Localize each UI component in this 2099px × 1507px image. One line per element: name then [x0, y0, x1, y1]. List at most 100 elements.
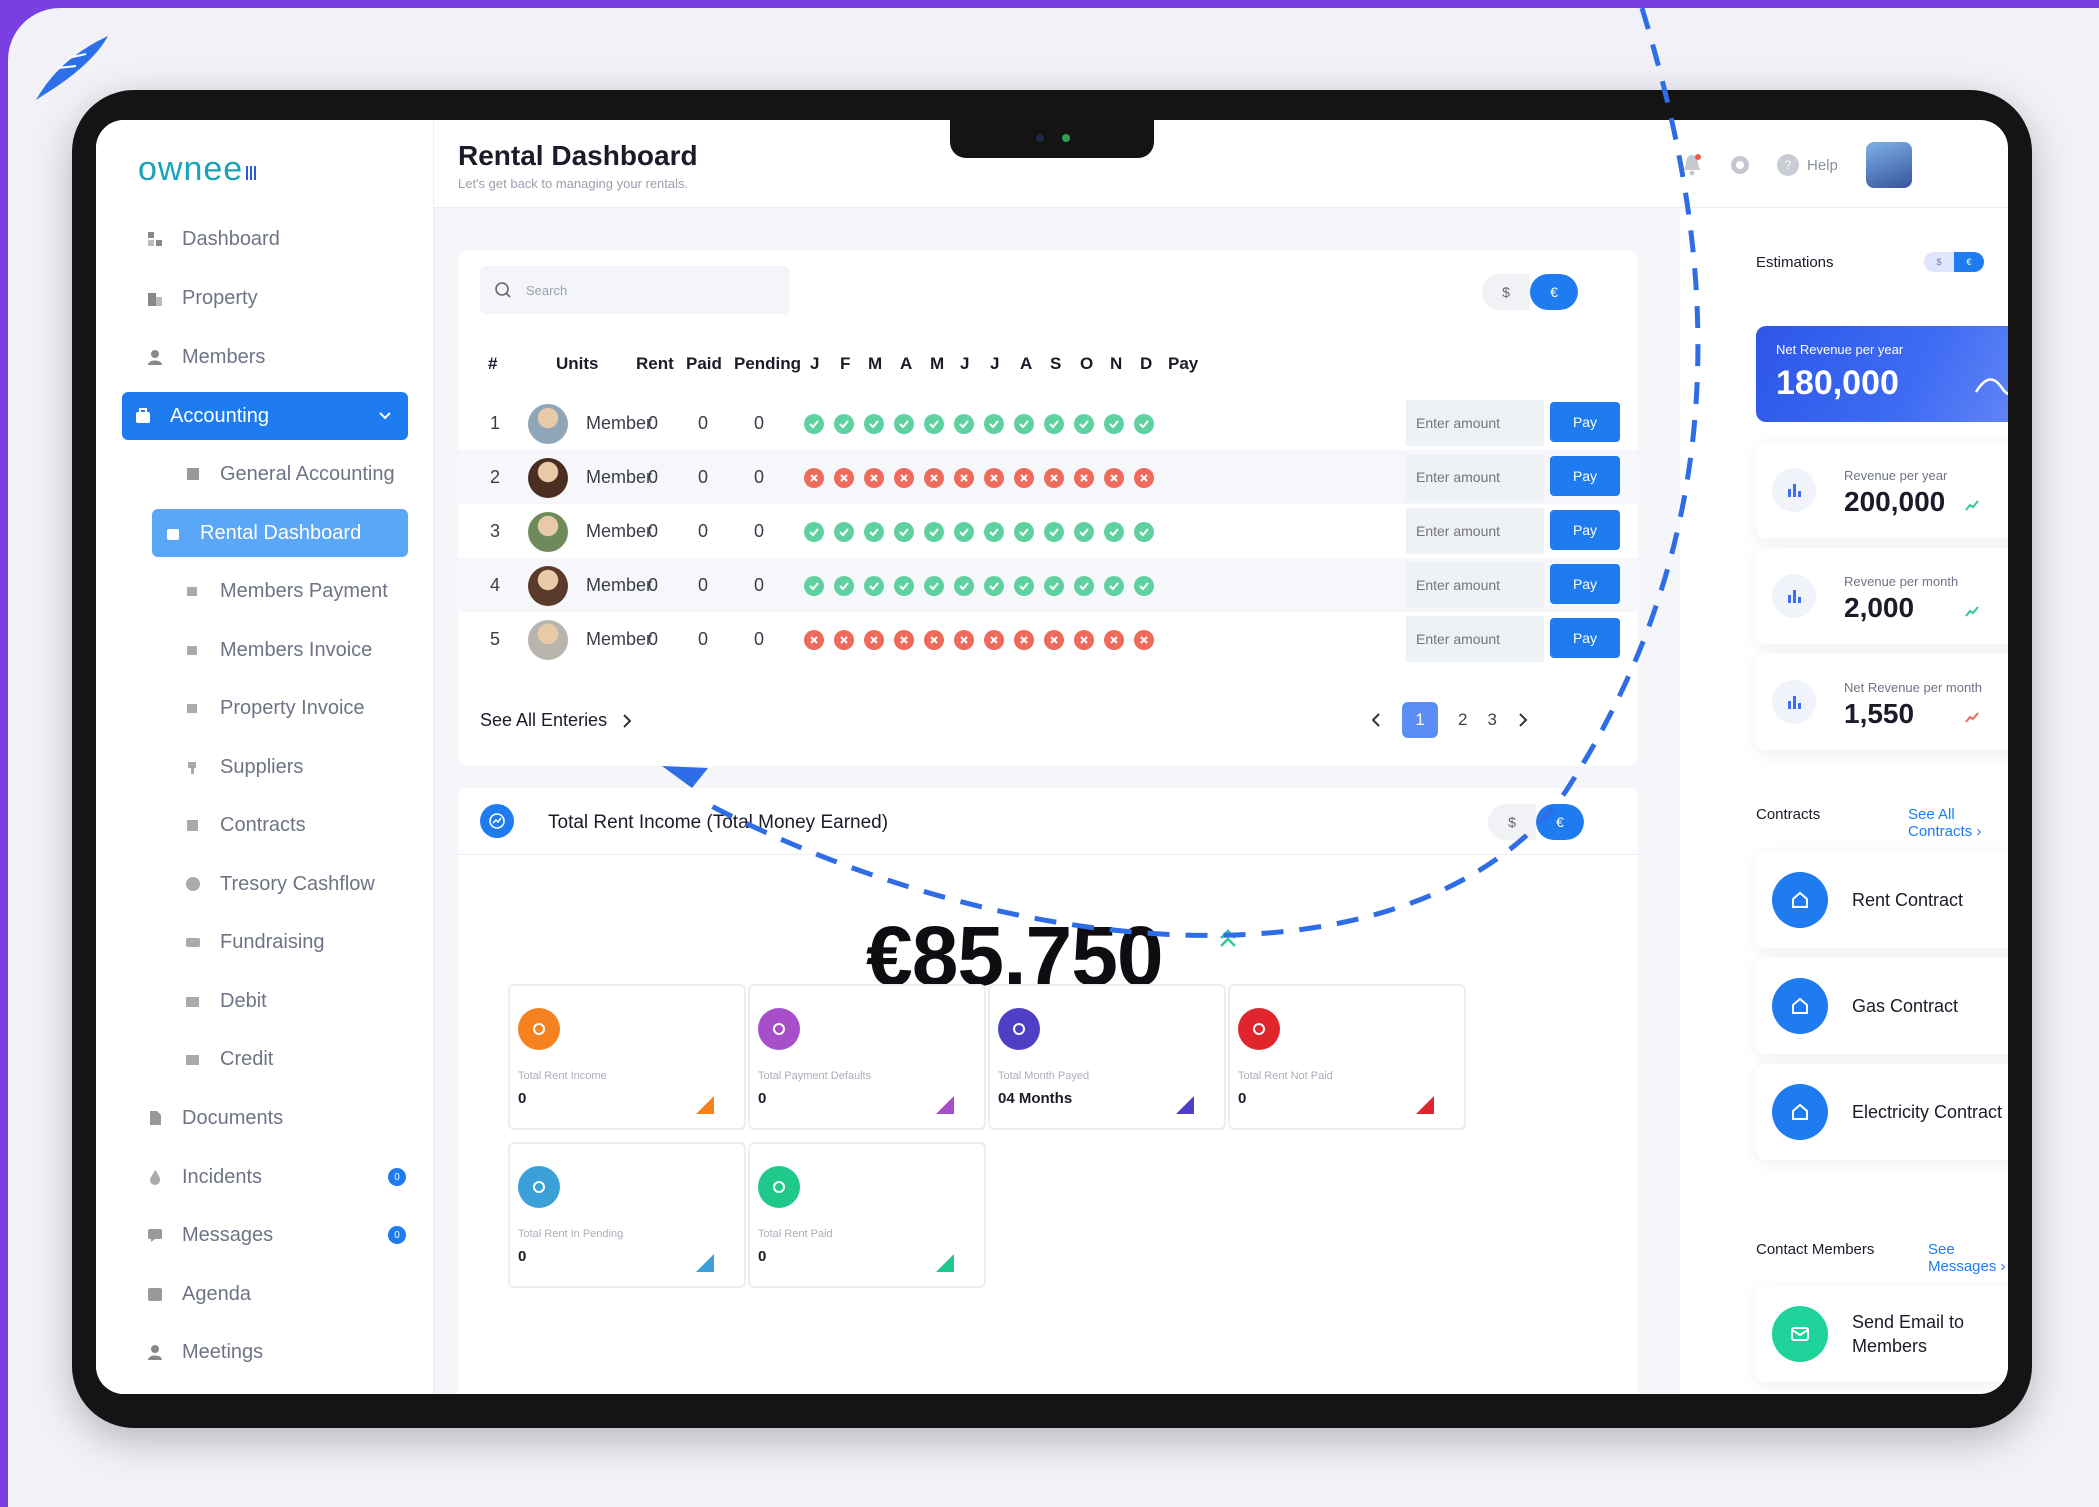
sidebar-item-label: Contracts: [220, 813, 306, 836]
sidebar-item-suppliers[interactable]: Suppliers: [172, 744, 422, 790]
currency-usd-option[interactable]: $: [1924, 252, 1954, 272]
check-icon: [864, 576, 884, 596]
sidebar-item-label: General Accounting: [220, 462, 395, 485]
currency-eur-option[interactable]: €: [1954, 252, 1984, 272]
corner-triangle: [696, 1096, 714, 1114]
sidebar-item-dashboard[interactable]: Dashboard: [134, 216, 424, 262]
cross-icon: [864, 630, 884, 650]
notification-bell-icon[interactable]: [1679, 152, 1705, 178]
pay-button[interactable]: Pay: [1550, 456, 1620, 496]
sidebar-item-label: Suppliers: [220, 755, 304, 778]
send-email-card[interactable]: Send Email to Members: [1756, 1286, 2008, 1382]
currency-eur-option[interactable]: €: [1536, 804, 1584, 840]
chevron-down-icon[interactable]: [376, 406, 394, 424]
wallet-icon: [184, 1050, 202, 1068]
check-icon: [924, 522, 944, 542]
see-all-contracts-link[interactable]: See All Contracts ›: [1908, 806, 2008, 840]
sidebar-item-fundraising[interactable]: Fundraising: [172, 919, 422, 965]
app-screen: ownee Dashboard Property Members Account…: [96, 120, 2008, 1394]
check-icon: [924, 414, 944, 434]
check-icon: [804, 522, 824, 542]
pagination: 1 2 3: [1370, 702, 1529, 738]
sidebar-item-tresory-cashflow[interactable]: Tresory Cashflow: [172, 861, 422, 907]
check-icon: [1044, 414, 1064, 434]
check-icon: [1044, 522, 1064, 542]
sidebar-item-meetings[interactable]: Meetings: [134, 1329, 424, 1375]
page-button[interactable]: 1: [1402, 702, 1438, 738]
pay-button[interactable]: Pay: [1550, 564, 1620, 604]
pay-button[interactable]: Pay: [1550, 402, 1620, 442]
amount-input[interactable]: [1406, 562, 1544, 608]
sidebar-item-members[interactable]: Members: [134, 334, 424, 380]
amount-input[interactable]: [1406, 400, 1544, 446]
sidebar-item-credit[interactable]: Credit: [172, 1036, 422, 1082]
sidebar-item-members-payment[interactable]: Members Payment: [172, 568, 422, 614]
sidebar-item-label: Fundraising: [220, 930, 325, 953]
cross-icon: [1074, 468, 1094, 488]
column-header: S: [1050, 354, 1062, 373]
currency-eur-option[interactable]: €: [1530, 274, 1578, 310]
gas-pump-icon: [1772, 978, 1828, 1034]
see-all-entries-link[interactable]: See All Enteries: [480, 710, 633, 731]
page-button[interactable]: 3: [1487, 710, 1496, 730]
sidebar-item-label: Rental Dashboard: [200, 521, 362, 544]
page-button[interactable]: 2: [1458, 710, 1467, 730]
check-icon: [954, 576, 974, 596]
cross-icon: [1104, 630, 1124, 650]
check-icon: [894, 522, 914, 542]
currency-usd-option[interactable]: $: [1488, 804, 1536, 840]
app-logo[interactable]: ownee: [138, 150, 259, 189]
sidebar-item-general-accounting[interactable]: General Accounting: [172, 451, 422, 497]
check-icon: [984, 522, 1004, 542]
cross-icon: [894, 630, 914, 650]
cross-icon: [1134, 630, 1154, 650]
sidebar-item-rental-dashboard[interactable]: Rental Dashboard: [152, 509, 408, 557]
question-icon: ?: [1777, 154, 1799, 176]
currency-toggle[interactable]: $ €: [1482, 274, 1578, 310]
cross-icon: [924, 468, 944, 488]
amount-input[interactable]: [1406, 454, 1544, 500]
sidebar-item-accounting[interactable]: Accounting: [122, 392, 408, 440]
estimations-currency-toggle[interactable]: $ €: [1924, 252, 1984, 272]
rent-table-card: Search $ € # Units Rent Paid Pending J F M A M J J A…: [458, 250, 1638, 766]
help-button[interactable]: ? Help: [1777, 154, 1838, 176]
sidebar-item-contracts[interactable]: Contracts: [172, 802, 422, 848]
stat-card: Total Rent Not Paid 0: [1228, 984, 1466, 1130]
check-icon: [924, 576, 944, 596]
sidebar-item-messages[interactable]: Messages 0: [134, 1212, 424, 1258]
user-icon: [146, 348, 164, 366]
contract-card[interactable]: Gas Contract: [1756, 958, 2008, 1054]
amount-input[interactable]: [1406, 616, 1544, 662]
grid-icon: [146, 230, 164, 248]
sidebar-item-debit[interactable]: Debit: [172, 978, 422, 1024]
pay-button[interactable]: Pay: [1550, 618, 1620, 658]
sidebar-item-property-invoice[interactable]: Property Invoice: [172, 685, 422, 731]
sidebar-item-property[interactable]: Property: [134, 275, 424, 321]
contract-card[interactable]: Electricity Contract: [1756, 1064, 2008, 1160]
prev-page-icon[interactable]: [1370, 712, 1382, 728]
gear-icon[interactable]: [1727, 152, 1753, 178]
pay-button[interactable]: Pay: [1550, 510, 1620, 550]
see-messages-link[interactable]: See Messages ›: [1928, 1241, 2008, 1275]
sidebar-item-incidents[interactable]: Incidents 0: [134, 1154, 424, 1200]
trend-icon: [1965, 606, 1979, 617]
stat-label: Total Rent Income: [518, 1070, 607, 1082]
user-avatar[interactable]: [1866, 142, 1912, 188]
sidebar-item-members-invoice[interactable]: Members Invoice: [172, 627, 422, 673]
briefcase-icon: [134, 407, 152, 425]
sidebar: ownee Dashboard Property Members Account…: [96, 120, 434, 1394]
link-label: See Messages: [1928, 1241, 1997, 1275]
sidebar-item-agenda[interactable]: Agenda: [134, 1271, 424, 1317]
next-page-icon[interactable]: [1517, 712, 1529, 728]
income-currency-toggle[interactable]: $ €: [1488, 804, 1584, 840]
incidents-count-badge: 0: [388, 1168, 406, 1186]
flame-icon: [146, 1168, 164, 1186]
contract-card[interactable]: Rent Contract: [1756, 852, 2008, 948]
amount-input[interactable]: [1406, 508, 1544, 554]
sidebar-item-label: Members Payment: [220, 579, 388, 602]
sidebar-item-documents[interactable]: Documents: [134, 1095, 424, 1141]
search-input[interactable]: Search: [480, 266, 790, 314]
wallet-icon: [184, 992, 202, 1010]
check-icon: [864, 414, 884, 434]
currency-usd-option[interactable]: $: [1482, 274, 1530, 310]
